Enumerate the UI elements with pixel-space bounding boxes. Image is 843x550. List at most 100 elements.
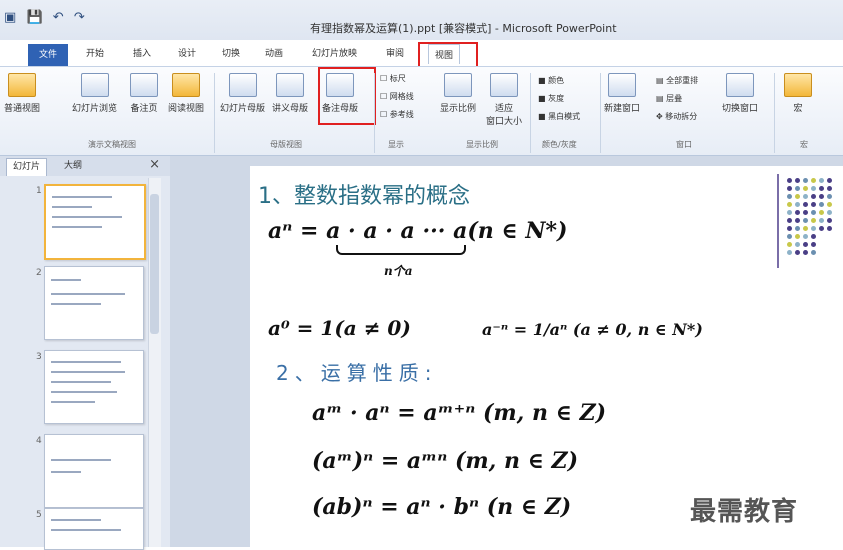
decorative-dot — [819, 178, 824, 183]
cascade-label: 层叠 — [666, 94, 683, 103]
undo-icon[interactable]: ↶ — [53, 10, 64, 25]
pane-scrollbar[interactable] — [148, 178, 161, 547]
decorative-dot — [819, 210, 824, 215]
underbrace — [336, 245, 466, 255]
decorative-dot — [803, 194, 808, 199]
tab-file[interactable]: 文件 — [28, 44, 68, 66]
handout-master-label: 讲义母版 — [272, 104, 309, 114]
slide-sorter-icon — [80, 73, 109, 97]
group-label-show: 显示 — [388, 140, 404, 149]
guides-label: 参考线 — [389, 110, 414, 119]
slide-thumbnail-2[interactable] — [44, 266, 144, 340]
tab-outline[interactable]: 大纲 — [58, 158, 88, 175]
slide-master-button[interactable]: 幻灯片母版 — [220, 73, 265, 114]
color-button[interactable]: ■ 颜色 — [538, 75, 564, 86]
rule-product-power: (ab)ⁿ = aⁿ · bⁿ (n ∈ Z) — [312, 494, 572, 520]
grayscale-button[interactable]: ■ 灰度 — [538, 93, 564, 104]
decorative-dot — [795, 234, 800, 239]
zoom-button[interactable]: 显示比例 — [440, 73, 476, 114]
decorative-dot — [803, 242, 808, 247]
slide-thumbnail-3[interactable] — [44, 350, 144, 424]
quick-access-toolbar: ▣ 💾 ↶ ↷ — [4, 10, 91, 25]
tab-home[interactable]: 开始 — [86, 46, 104, 59]
notes-page-button[interactable]: 备注页 — [130, 73, 158, 114]
close-icon[interactable]: × — [149, 157, 160, 172]
tab-design[interactable]: 设计 — [178, 46, 196, 59]
handout-master-button[interactable]: 讲义母版 — [272, 73, 308, 114]
move-split-button[interactable]: ✥ 移动拆分 — [656, 111, 697, 122]
tab-slides[interactable]: 幻灯片 — [6, 158, 48, 176]
decorative-dot — [795, 242, 800, 247]
watermark: 最需教育 — [690, 497, 799, 527]
ruler-label: 标尺 — [389, 74, 406, 83]
group-separator — [530, 73, 531, 153]
new-window-label: 新建窗口 — [604, 104, 641, 114]
group-label-color: 颜色/灰度 — [542, 140, 577, 149]
decorative-dot — [803, 226, 808, 231]
app-icon[interactable]: ▣ — [4, 10, 16, 25]
group-label-master-views: 母版视图 — [270, 140, 302, 149]
heading-operation-properties: 2、运算性质: — [276, 361, 438, 385]
decorative-dot — [787, 250, 792, 255]
move-split-label: 移动拆分 — [665, 112, 698, 121]
cascade-button[interactable]: ▤ 层叠 — [656, 93, 682, 104]
slide-thumbnail-5[interactable] — [44, 508, 144, 550]
decorative-dot — [811, 186, 816, 191]
tab-animations[interactable]: 动画 — [265, 46, 283, 59]
equation-zero-exponent: a⁰ = 1(a ≠ 0) — [268, 316, 411, 340]
switch-window-button[interactable]: 切换窗口 — [722, 73, 758, 114]
decorative-dot — [811, 210, 816, 215]
ruler-checkbox[interactable]: ☐ 标尺 — [380, 73, 406, 84]
tab-insert[interactable]: 插入 — [133, 46, 151, 59]
decorative-dot — [803, 178, 808, 183]
underbrace-label: n个a — [384, 264, 413, 278]
decorative-dot — [811, 250, 816, 255]
macros-icon — [784, 73, 812, 97]
guides-checkbox[interactable]: ☐ 参考线 — [380, 109, 414, 120]
notes-master-highlight — [318, 67, 376, 125]
decorative-dot — [787, 178, 792, 183]
redo-icon[interactable]: ↷ — [74, 10, 85, 25]
decorative-dot — [811, 202, 816, 207]
decorative-dot — [819, 226, 824, 231]
scrollbar-thumb[interactable] — [150, 194, 159, 334]
black-white-button[interactable]: ■ 黑白模式 — [538, 111, 580, 122]
fit-window-label: 适应 — [495, 104, 514, 114]
normal-view-label: 普通视图 — [4, 104, 41, 114]
normal-view-icon — [8, 73, 36, 97]
slide-sorter-button[interactable]: 幻灯片浏览 — [72, 73, 117, 114]
decorative-dot — [787, 242, 792, 247]
decorative-dot — [819, 218, 824, 223]
switch-window-icon — [726, 73, 754, 97]
fit-window-button[interactable]: 适应 窗口大小 — [486, 73, 522, 127]
decorative-dot — [811, 194, 816, 199]
decorative-dot — [795, 186, 800, 191]
gridlines-checkbox[interactable]: ☐ 网格线 — [380, 91, 414, 102]
slide-thumbnail-4[interactable] — [44, 434, 144, 508]
arrange-all-button[interactable]: ▤ 全部重排 — [656, 75, 698, 86]
tab-review[interactable]: 审阅 — [386, 46, 404, 59]
rule-power: (aᵐ)ⁿ = aᵐⁿ (m, n ∈ Z) — [312, 448, 579, 474]
slide-thumbnail-1[interactable] — [44, 184, 146, 260]
decorative-dot — [795, 218, 800, 223]
new-window-button[interactable]: 新建窗口 — [604, 73, 640, 114]
notes-page-icon — [130, 73, 158, 97]
decorative-dot — [795, 194, 800, 199]
tab-slideshow[interactable]: 幻灯片放映 — [312, 46, 357, 59]
current-slide[interactable]: 1、整数指数幂的概念 aⁿ = a · a · a ··· a(n ∈ N*) … — [250, 166, 843, 547]
save-icon[interactable]: 💾 — [26, 10, 42, 25]
decorative-dot — [803, 210, 808, 215]
slide-sorter-label: 幻灯片浏览 — [72, 104, 118, 114]
group-label-zoom: 显示比例 — [466, 140, 498, 149]
group-separator — [374, 73, 375, 153]
group-label-macros: 宏 — [800, 140, 808, 149]
decorative-dot-pattern — [777, 174, 837, 268]
reading-view-button[interactable]: 阅读视图 — [168, 73, 204, 114]
macros-button[interactable]: 宏 — [784, 73, 812, 114]
tab-transitions[interactable]: 切换 — [222, 46, 240, 59]
decorative-dot — [811, 226, 816, 231]
decorative-dot — [827, 202, 832, 207]
slide-master-label: 幻灯片母版 — [220, 104, 266, 114]
normal-view-button[interactable]: 普通视图 — [4, 73, 40, 114]
color-label: 颜色 — [548, 76, 565, 85]
